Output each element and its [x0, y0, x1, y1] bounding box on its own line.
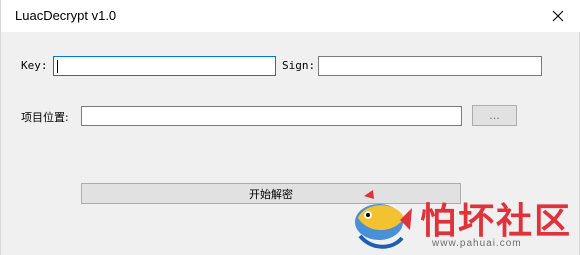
sign-input[interactable] — [318, 56, 542, 76]
key-label: Key: — [21, 59, 48, 72]
sign-label: Sign: — [282, 59, 316, 72]
title-bar: LuacDecrypt v1.0 — [1, 0, 580, 32]
watermark: 怕坏社区 www.pahuai.com — [344, 190, 580, 255]
fish-logo — [355, 190, 412, 249]
text-caret — [57, 60, 58, 73]
path-label: 项目位置: — [21, 111, 69, 124]
key-input[interactable] — [53, 56, 276, 76]
app-window: LuacDecrypt v1.0 Key: Sign: 项目位置: ... 开始… — [0, 0, 580, 255]
close-icon — [552, 10, 564, 22]
watermark-text: 怕坏社区 — [420, 201, 573, 242]
window-title: LuacDecrypt v1.0 — [15, 8, 117, 23]
path-input[interactable] — [81, 106, 462, 126]
watermark-url: www.pahuai.com — [432, 238, 522, 249]
browse-button[interactable]: ... — [472, 105, 517, 126]
close-button[interactable] — [535, 0, 580, 32]
